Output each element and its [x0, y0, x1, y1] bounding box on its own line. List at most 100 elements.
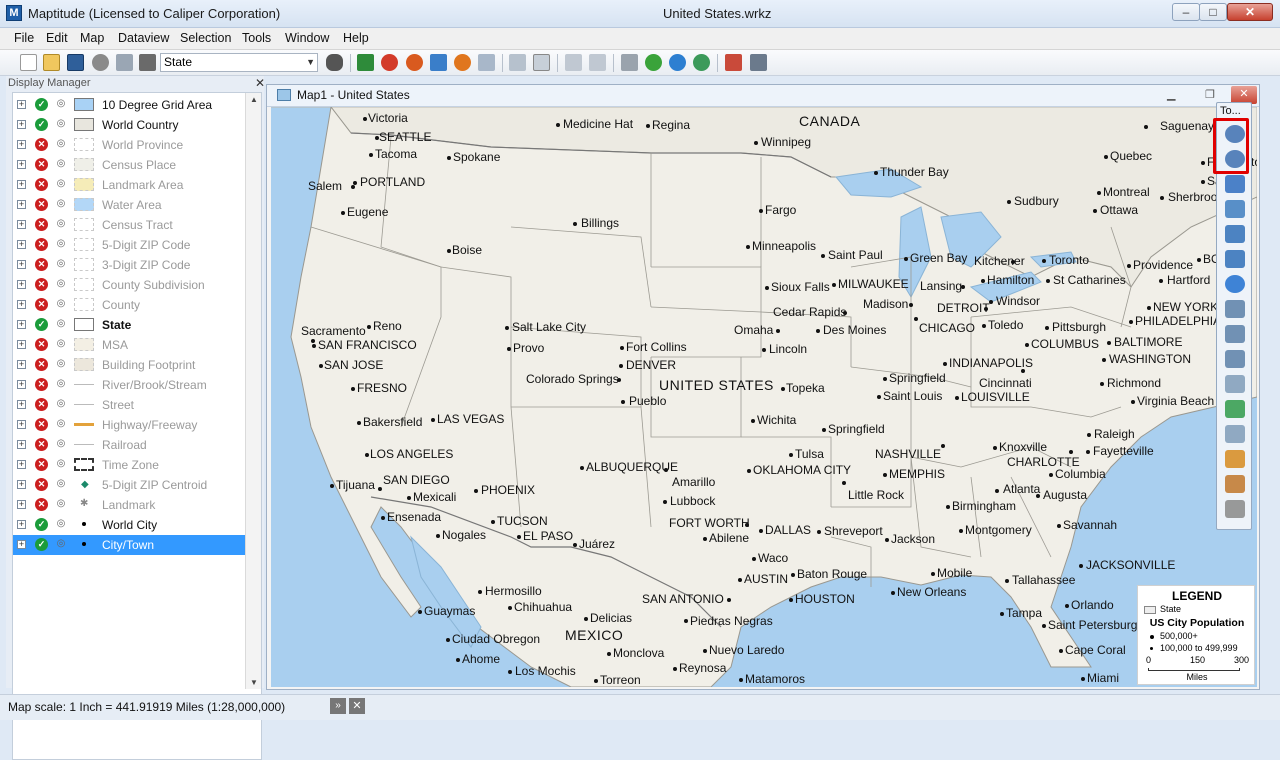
city-dot-icon[interactable]: [822, 428, 826, 432]
fast-forward-button[interactable]: »: [330, 698, 346, 714]
label-toggle-icon[interactable]: ◎: [53, 138, 69, 151]
city-dot-icon[interactable]: [1059, 649, 1063, 653]
layer-row[interactable]: + ✕ ◎ ✱ Landmark: [13, 495, 245, 515]
locate-icon[interactable]: [645, 54, 662, 71]
binoculars-find-icon[interactable]: [326, 54, 343, 71]
layer-row[interactable]: + ✓ ◎ World City: [13, 515, 245, 535]
label-toggle-icon[interactable]: ◎: [53, 238, 69, 251]
layer-off-icon[interactable]: ✕: [35, 158, 48, 171]
label-toggle-icon[interactable]: ◎: [53, 518, 69, 531]
city-dot-icon[interactable]: [1129, 320, 1133, 324]
undo-icon[interactable]: [565, 54, 582, 71]
layer-style-swatch[interactable]: [74, 218, 94, 231]
layer-style-swatch[interactable]: ◆: [74, 478, 94, 491]
city-dot-icon[interactable]: [1127, 264, 1131, 268]
city-dot-icon[interactable]: [885, 538, 889, 542]
city-dot-icon[interactable]: [357, 421, 361, 425]
layer-row[interactable]: + ✕ ◎ Street: [13, 395, 245, 415]
city-dot-icon[interactable]: [573, 222, 577, 226]
city-dot-icon[interactable]: [436, 534, 440, 538]
city-dot-icon[interactable]: [993, 446, 997, 450]
label-toggle-icon[interactable]: ◎: [53, 498, 69, 511]
label-toggle-icon[interactable]: ◎: [53, 458, 69, 471]
select-poly-icon[interactable]: [1225, 425, 1245, 443]
city-dot-icon[interactable]: [745, 523, 749, 527]
city-dot-icon[interactable]: [904, 257, 908, 261]
label-toggle-icon[interactable]: ◎: [53, 338, 69, 351]
city-dot-icon[interactable]: [1046, 279, 1050, 283]
layer-off-icon[interactable]: ✕: [35, 478, 48, 491]
layer-style-swatch[interactable]: [74, 238, 94, 251]
pin-icon[interactable]: [621, 54, 638, 71]
city-dot-icon[interactable]: [1057, 524, 1061, 528]
layer-style-swatch[interactable]: [74, 178, 94, 191]
expand-icon[interactable]: +: [17, 400, 26, 409]
new-map-icon[interactable]: [357, 54, 374, 71]
city-dot-icon[interactable]: [842, 481, 846, 485]
city-dot-icon[interactable]: [478, 590, 482, 594]
layer-style-swatch[interactable]: [74, 258, 94, 271]
layer-on-icon[interactable]: ✓: [35, 518, 48, 531]
label-toggle-icon[interactable]: ◎: [53, 298, 69, 311]
expand-icon[interactable]: +: [17, 140, 26, 149]
undo-icon[interactable]: [1225, 225, 1245, 243]
city-dot-icon[interactable]: [663, 500, 667, 504]
layer-off-icon[interactable]: ✕: [35, 298, 48, 311]
expand-icon[interactable]: +: [17, 340, 26, 349]
label-toggle-icon[interactable]: ◎: [53, 198, 69, 211]
city-dot-icon[interactable]: [883, 473, 887, 477]
label-toggle-icon[interactable]: ◎: [53, 278, 69, 291]
layer-style-swatch[interactable]: [74, 438, 94, 445]
expand-icon[interactable]: +: [17, 520, 26, 529]
layer-style-swatch[interactable]: [74, 98, 94, 111]
window-close-button[interactable]: ✕: [1227, 3, 1273, 21]
city-dot-icon[interactable]: [573, 543, 577, 547]
city-dot-icon[interactable]: [1042, 259, 1046, 263]
route-icon[interactable]: [693, 54, 710, 71]
city-dot-icon[interactable]: [746, 245, 750, 249]
filter-icon[interactable]: [750, 54, 767, 71]
layer-style-swatch[interactable]: [74, 298, 94, 311]
city-dot-icon[interactable]: [351, 185, 355, 189]
label-icon[interactable]: [725, 54, 742, 71]
layer-style-swatch[interactable]: ✱: [74, 498, 94, 511]
layers-icon[interactable]: [509, 54, 526, 71]
city-dot-icon[interactable]: [832, 283, 836, 287]
map-canvas[interactable]: CANADA UNITED STATES MEXICO Victoria SEATTLE…: [271, 107, 1257, 687]
city-dot-icon[interactable]: [312, 344, 316, 348]
close-icon[interactable]: ✕: [255, 76, 265, 90]
layer-style-swatch[interactable]: [74, 278, 94, 291]
layer-stack-icon[interactable]: [1225, 325, 1245, 343]
globe-icon[interactable]: [1225, 200, 1245, 218]
city-dot-icon[interactable]: [931, 572, 935, 576]
city-dot-icon[interactable]: [1104, 155, 1108, 159]
city-dot-icon[interactable]: [594, 679, 598, 683]
city-dot-icon[interactable]: [407, 496, 411, 500]
city-dot-icon[interactable]: [1100, 382, 1104, 386]
city-dot-icon[interactable]: [816, 329, 820, 333]
city-dot-icon[interactable]: [1093, 209, 1097, 213]
city-dot-icon[interactable]: [584, 617, 588, 621]
select-layer-icon[interactable]: [1225, 300, 1245, 318]
map-layer-icon[interactable]: [1225, 450, 1245, 468]
city-dot-icon[interactable]: [508, 606, 512, 610]
city-dot-icon[interactable]: [914, 317, 918, 321]
expand-icon[interactable]: +: [17, 300, 26, 309]
window-maximize-button[interactable]: □: [1199, 3, 1227, 21]
city-dot-icon[interactable]: [752, 557, 756, 561]
city-dot-icon[interactable]: [943, 362, 947, 366]
layer-row[interactable]: + ✕ ◎ Census Tract: [13, 215, 245, 235]
city-dot-icon[interactable]: [759, 529, 763, 533]
map-legend[interactable]: LEGEND State US City Population 500,000+…: [1137, 585, 1255, 685]
layer-style-swatch[interactable]: [74, 518, 94, 531]
label-toggle-icon[interactable]: ◎: [53, 218, 69, 231]
menu-edit[interactable]: Edit: [46, 31, 68, 45]
city-dot-icon[interactable]: [1000, 612, 1004, 616]
layer-row[interactable]: + ✕ ◎ MSA: [13, 335, 245, 355]
expand-icon[interactable]: +: [17, 440, 26, 449]
label-toggle-icon[interactable]: ◎: [53, 358, 69, 371]
expand-icon[interactable]: +: [17, 120, 26, 129]
pie-chart-icon[interactable]: [406, 54, 423, 71]
city-dot-icon[interactable]: [617, 378, 621, 382]
city-dot-icon[interactable]: [1131, 400, 1135, 404]
